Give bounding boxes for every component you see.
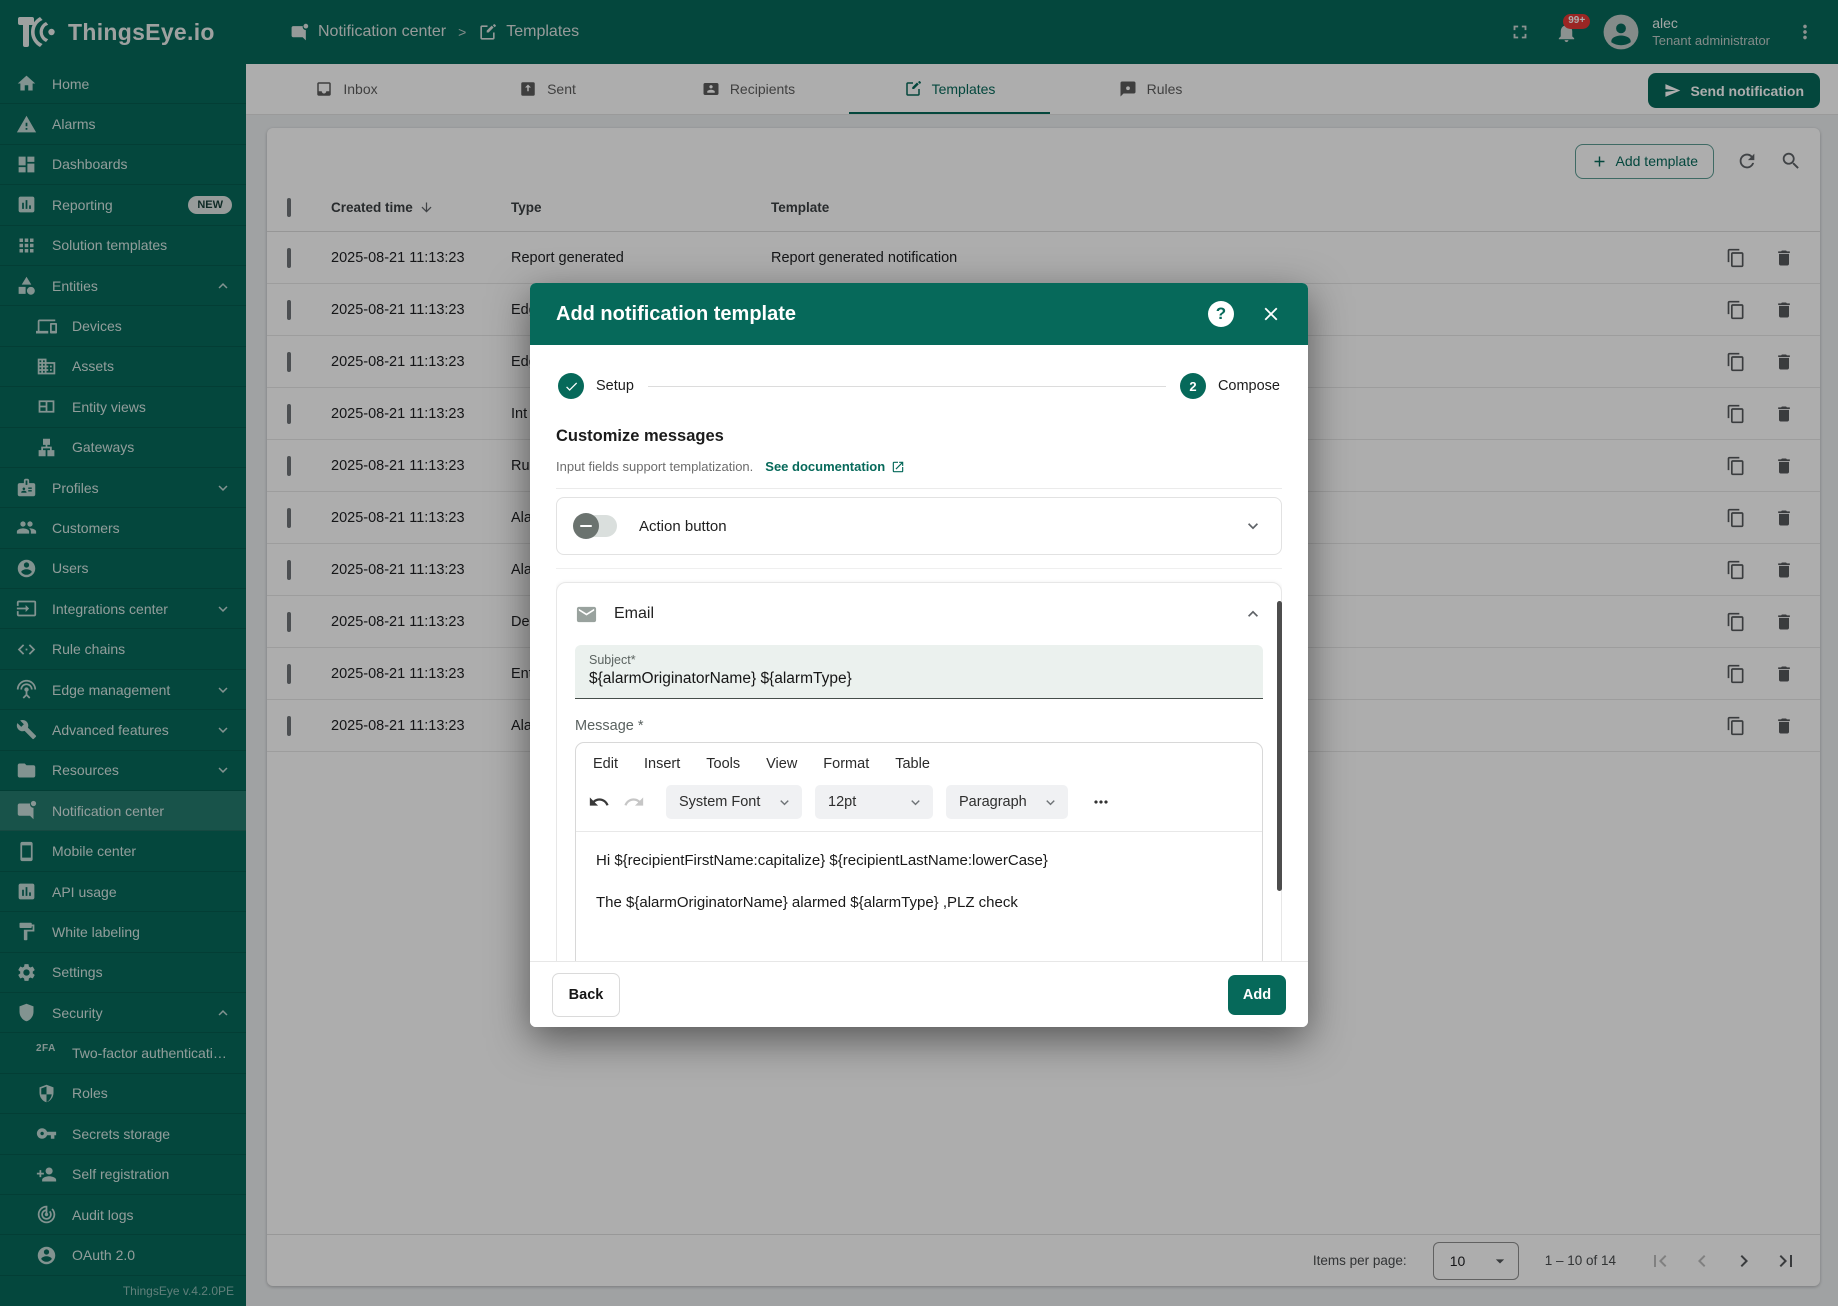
- message-paragraph: Hi ${recipientFirstName:capitalize} ${re…: [596, 850, 1242, 873]
- subject-field-label: Subject*: [589, 653, 1249, 667]
- subject-field[interactable]: Subject* ${alarmOriginatorName} ${alarmT…: [575, 645, 1263, 699]
- redo-icon: [623, 791, 645, 813]
- email-section-label: Email: [614, 605, 654, 623]
- redo-button: [623, 791, 645, 813]
- close-icon: [1260, 303, 1282, 325]
- font-family-select[interactable]: System Font: [666, 785, 802, 819]
- app-root: ThingsEye.io Notification center > Templ…: [0, 0, 1838, 1306]
- dialog-scrollbar-thumb[interactable]: [1277, 601, 1282, 891]
- back-button[interactable]: Back: [552, 973, 620, 1017]
- stepper: Setup 2 Compose: [556, 363, 1282, 399]
- step-compose[interactable]: 2 Compose: [1180, 373, 1280, 399]
- subject-field-value: ${alarmOriginatorName} ${alarmType}: [589, 670, 1249, 688]
- more-horiz-icon: [1091, 792, 1111, 812]
- editor-menu-item[interactable]: Tools: [706, 756, 740, 772]
- paragraph-style-select[interactable]: Paragraph: [946, 785, 1068, 819]
- chevron-down-icon: [776, 794, 793, 811]
- customize-messages-heading: Customize messages: [556, 427, 1282, 446]
- more-toolbar-button[interactable]: [1091, 792, 1111, 812]
- message-field-label: Message *: [575, 718, 1263, 734]
- check-icon: [564, 379, 579, 394]
- message-paragraph: The ${alarmOriginatorName} alarmed ${ala…: [596, 892, 1242, 915]
- editor-menu-item[interactable]: Insert: [644, 756, 680, 772]
- collapse-email-button[interactable]: [1243, 604, 1263, 624]
- chevron-down-icon: [907, 794, 924, 811]
- dialog-header: Add notification template ?: [530, 283, 1308, 345]
- mail-icon: [575, 603, 598, 626]
- chevron-down-icon: [1243, 516, 1263, 536]
- editor-menu-item[interactable]: View: [766, 756, 797, 772]
- editor-menu-item[interactable]: Format: [823, 756, 869, 772]
- dialog-footer: Back Add: [530, 961, 1308, 1027]
- close-dialog-button[interactable]: [1260, 303, 1282, 325]
- add-notification-template-dialog: Add notification template ? Setup 2: [530, 283, 1308, 1027]
- editor-toolbar: System Font 12pt Paragraph: [576, 778, 1262, 831]
- editor-menu-item[interactable]: Table: [895, 756, 930, 772]
- rich-text-editor: Edit Insert Tools View Format Table: [575, 742, 1263, 961]
- action-button-section: Action button: [556, 497, 1282, 555]
- editor-menubar: Edit Insert Tools View Format Table: [576, 743, 1262, 778]
- chevron-up-icon: [1243, 604, 1263, 624]
- undo-icon: [588, 791, 610, 813]
- help-button[interactable]: ?: [1208, 301, 1234, 327]
- expand-action-button[interactable]: [1243, 516, 1263, 536]
- chevron-down-icon: [1042, 794, 1059, 811]
- undo-button[interactable]: [588, 791, 610, 813]
- editor-menu-item[interactable]: Edit: [593, 756, 618, 772]
- email-section: Email Subject* ${alarmOriginatorName} ${…: [556, 582, 1282, 961]
- dialog-title: Add notification template: [556, 303, 796, 326]
- open-in-new-icon: [891, 460, 905, 474]
- action-button-toggle[interactable]: [575, 515, 617, 537]
- step-setup[interactable]: Setup: [558, 373, 634, 399]
- add-button[interactable]: Add: [1228, 975, 1286, 1015]
- action-button-label: Action button: [639, 518, 727, 535]
- templatization-hint: Input fields support templatization.: [556, 459, 753, 474]
- font-size-select[interactable]: 12pt: [815, 785, 933, 819]
- see-documentation-link[interactable]: See documentation: [765, 459, 905, 474]
- dialog-body: Setup 2 Compose Customize messages Input…: [530, 345, 1308, 961]
- dialog-scroll-area: Action button Email Subje: [556, 488, 1282, 961]
- message-editor-content[interactable]: Hi ${recipientFirstName:capitalize} ${re…: [576, 832, 1262, 961]
